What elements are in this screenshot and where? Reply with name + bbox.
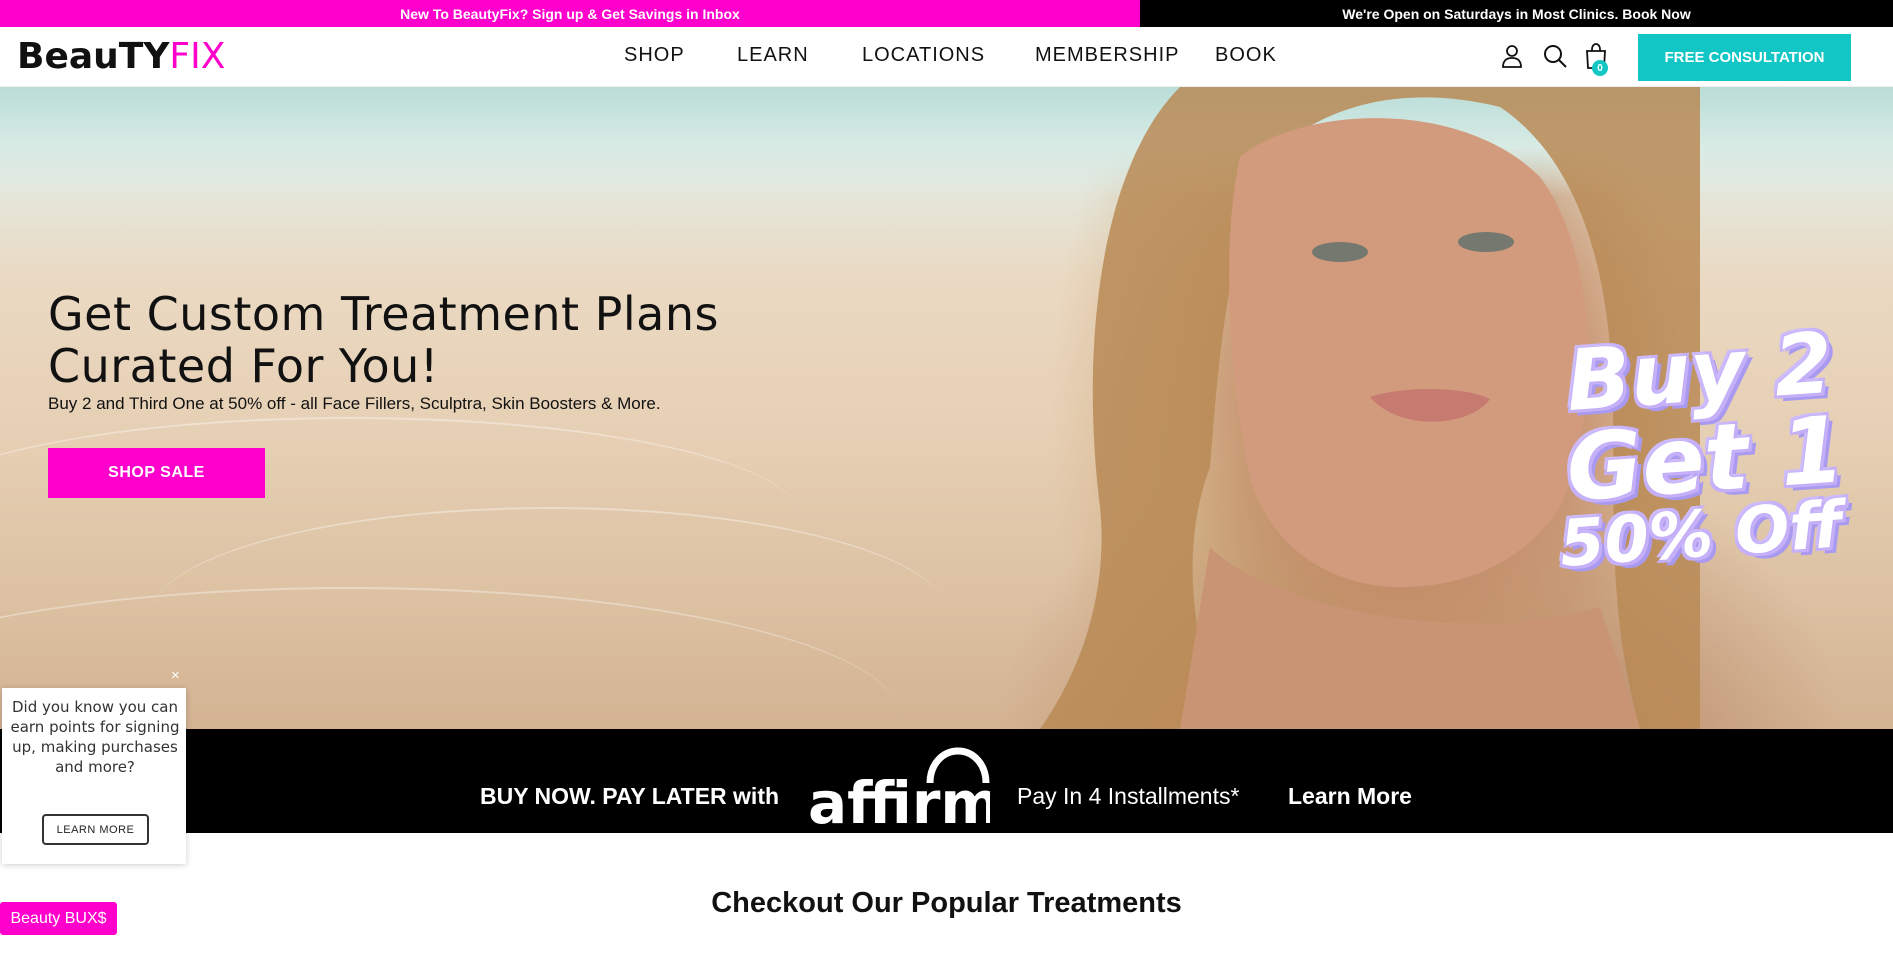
beautyfix-logo[interactable]: BeauTYFIX <box>17 37 225 77</box>
buy2-get1-promo-sticker: Buy 2 Get 1 50% Off <box>1535 306 1893 629</box>
cart-count-badge: 0 <box>1592 60 1608 76</box>
site-header: BeauTYFIX SHOP LEARN LOCATIONS MEMBERSHI… <box>0 27 1893 87</box>
installments-text: Pay In 4 Installments* <box>1017 783 1240 809</box>
announcement-bar: New To BeautyFix? Sign up & Get Savings … <box>0 0 1893 27</box>
affirm-logo-text: affirm <box>808 769 990 827</box>
affirm-logo: affirm <box>808 745 1001 837</box>
free-consultation-button[interactable]: FREE CONSULTATION <box>1638 34 1851 81</box>
nav-learn[interactable]: LEARN <box>737 44 809 67</box>
nav-book[interactable]: BOOK <box>1215 44 1277 67</box>
popup-learn-more-button[interactable]: LEARN MORE <box>42 814 149 845</box>
rewards-popup: Did you know you can earn points for sig… <box>2 688 186 864</box>
popular-treatments-heading: Checkout Our Popular Treatments <box>711 887 1182 919</box>
nav-shop[interactable]: SHOP <box>624 44 685 67</box>
hero-title: Get Custom Treatment Plans Curated For Y… <box>48 287 719 393</box>
logo-text-beauty: BeauTY <box>17 36 170 77</box>
popup-close-icon[interactable]: × <box>171 667 180 684</box>
saturday-announcement[interactable]: We're Open on Saturdays in Most Clinics.… <box>1140 0 1893 27</box>
hero-banner[interactable]: Get Custom Treatment Plans Curated For Y… <box>0 87 1893 729</box>
signup-announcement[interactable]: New To BeautyFix? Sign up & Get Savings … <box>0 0 1140 27</box>
affirm-lead-text: BUY NOW. PAY LATER with <box>480 783 780 809</box>
rewards-popup-text: Did you know you can earn points for sig… <box>10 698 180 776</box>
nav-membership[interactable]: MEMBERSHIP <box>1035 44 1179 67</box>
logo-text-fix: FIX <box>169 36 226 77</box>
beauty-bux-rewards-tab[interactable]: Beauty BUX$ <box>0 902 117 935</box>
nav-locations[interactable]: LOCATIONS <box>862 44 985 67</box>
user-icon[interactable] <box>1498 42 1526 70</box>
hero-subtitle: Buy 2 and Third One at 50% off - all Fac… <box>48 394 661 413</box>
affirm-financing-bar: BUY NOW. PAY LATER with affirm Pay In 4 … <box>0 729 1893 837</box>
shop-sale-button[interactable]: SHOP SALE <box>48 448 265 498</box>
affirm-learn-more-link[interactable]: Learn More <box>1288 783 1412 810</box>
search-icon[interactable] <box>1541 42 1569 70</box>
